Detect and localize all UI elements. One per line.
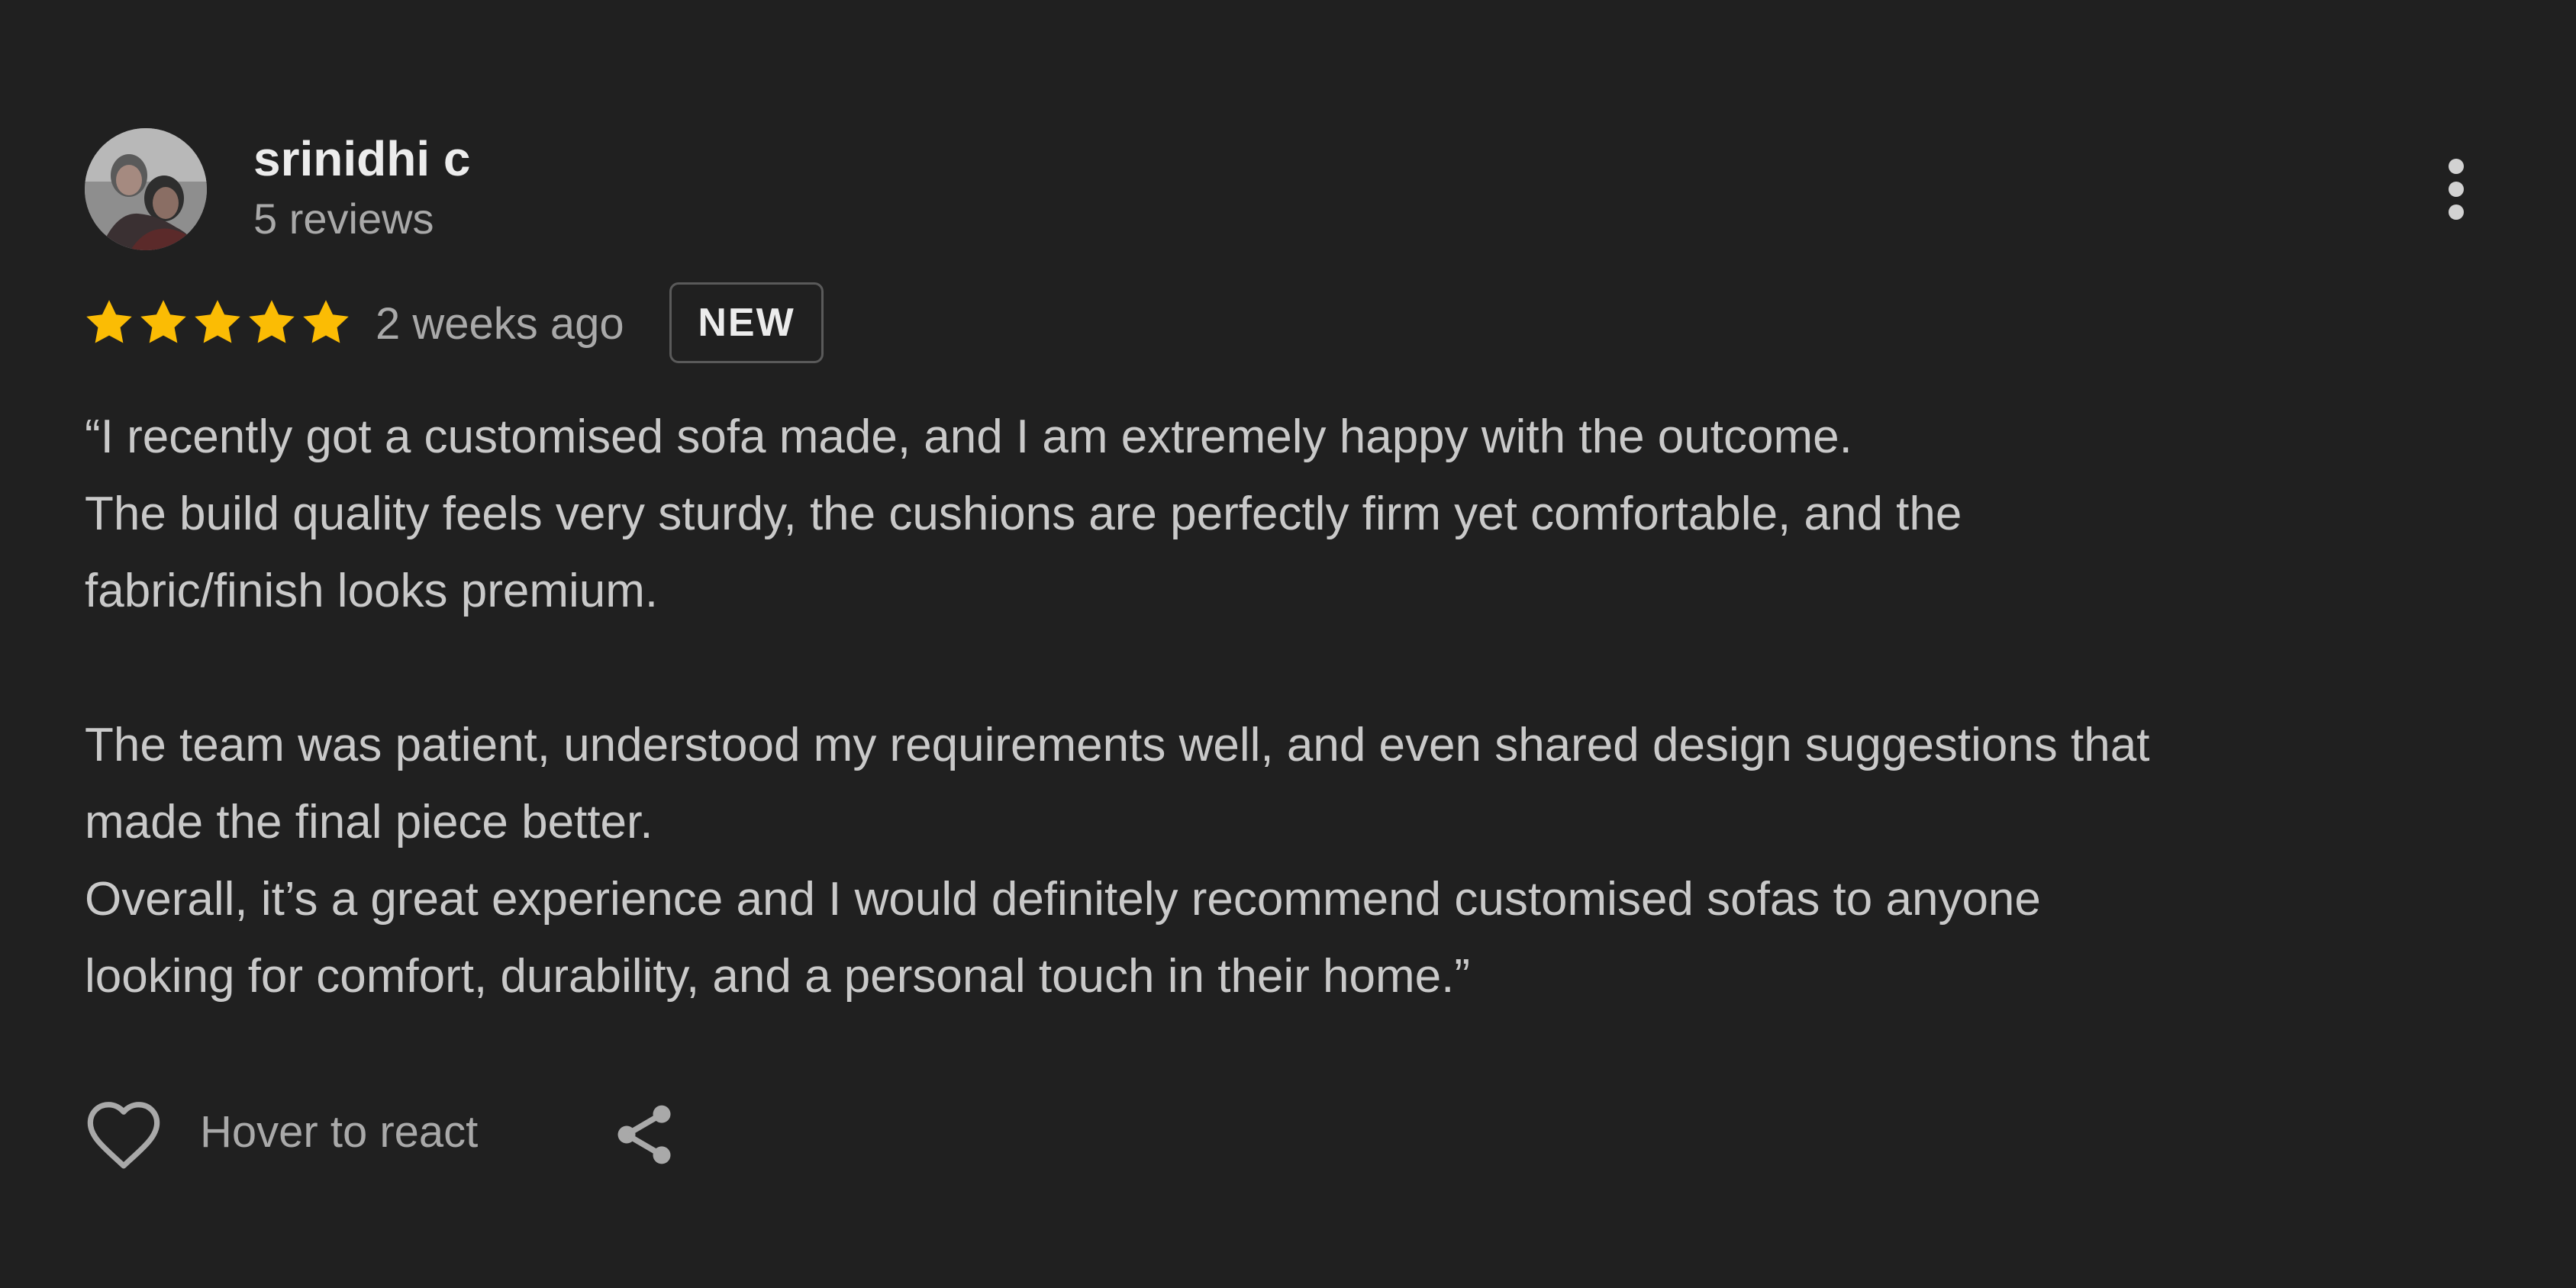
react-button[interactable]	[82, 1096, 165, 1172]
avatar-photo	[85, 128, 207, 250]
star-icon	[245, 296, 298, 349]
review-text-line	[85, 630, 2542, 707]
review-text-line: The build quality feels very sturdy, the…	[85, 488, 1962, 540]
share-button[interactable]	[609, 1099, 679, 1170]
more-options-button[interactable]	[2427, 153, 2485, 226]
review-text-line: fabric/finish looks premium.	[85, 565, 659, 617]
author-name[interactable]: srinidhi c	[253, 127, 471, 191]
review-text-line: looking for comfort, durability, and a p…	[85, 950, 1471, 1003]
review-text-line: “I recently got a customised sofa made, …	[85, 411, 1852, 463]
review-text-line: Overall, it’s a great experience and I w…	[85, 873, 2041, 926]
share-icon	[617, 1105, 671, 1164]
star-icon	[191, 296, 244, 349]
review-text-line: The team was patient, understood my requ…	[85, 719, 2150, 771]
review-date: 2 weeks ago	[376, 299, 624, 349]
star-icon	[82, 296, 136, 349]
avatar[interactable]	[85, 128, 207, 250]
star-rating	[82, 296, 353, 351]
heart-outline-icon	[87, 1102, 160, 1169]
author-review-count: 5 reviews	[253, 195, 434, 243]
star-icon	[299, 296, 353, 349]
review-text: “I recently got a customised sofa made, …	[85, 398, 2542, 1015]
new-badge: NEW	[669, 282, 824, 363]
react-label: Hover to react	[200, 1107, 479, 1157]
review-text-line: made the final piece better.	[85, 796, 653, 848]
review-card: srinidhi c 5 reviews 2 weeks ago NEW “I …	[0, 0, 2576, 1288]
star-icon	[137, 296, 190, 349]
